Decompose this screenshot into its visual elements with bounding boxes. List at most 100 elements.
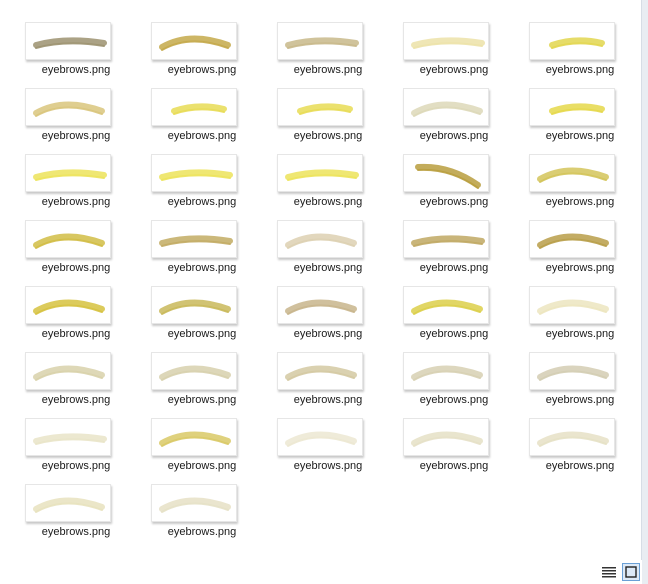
eyebrow-image xyxy=(33,37,107,49)
file-item[interactable]: eyebrows.png xyxy=(148,418,258,480)
file-item[interactable]: eyebrows.png xyxy=(526,220,636,282)
eyebrow-image xyxy=(537,233,609,249)
file-thumbnail xyxy=(403,352,489,390)
file-item[interactable]: eyebrows.png xyxy=(400,88,510,150)
file-item[interactable]: eyebrows.png xyxy=(526,418,636,480)
file-item[interactable]: eyebrows.png xyxy=(400,22,510,84)
file-item[interactable]: eyebrows.png xyxy=(148,154,258,216)
file-thumbnail xyxy=(529,22,615,60)
file-name: eyebrows.png xyxy=(545,262,615,274)
file-thumbnail xyxy=(25,352,111,390)
eyebrow-image xyxy=(285,169,359,181)
file-item[interactable]: eyebrows.png xyxy=(148,352,258,414)
file-thumbnail xyxy=(151,22,237,60)
file-item[interactable]: eyebrows.png xyxy=(400,220,510,282)
file-thumbnail xyxy=(403,88,489,126)
file-item[interactable]: eyebrows.png xyxy=(22,484,132,546)
file-thumbnail xyxy=(25,22,111,60)
file-thumbnail xyxy=(151,220,237,258)
file-name: eyebrows.png xyxy=(167,196,237,208)
file-item[interactable]: eyebrows.png xyxy=(22,220,132,282)
file-thumbnail xyxy=(151,418,237,456)
eyebrow-image xyxy=(285,233,357,249)
file-name: eyebrows.png xyxy=(167,130,237,142)
eyebrow-image xyxy=(159,235,233,247)
file-thumbnail xyxy=(529,220,615,258)
file-item[interactable]: eyebrows.png xyxy=(148,286,258,348)
file-thumbnail xyxy=(25,286,111,324)
file-name: eyebrows.png xyxy=(167,328,237,340)
file-item[interactable]: eyebrows.png xyxy=(274,154,384,216)
file-item[interactable]: eyebrows.png xyxy=(22,352,132,414)
eyebrow-image xyxy=(33,433,107,445)
file-name: eyebrows.png xyxy=(545,196,615,208)
file-item[interactable]: eyebrows.png xyxy=(274,22,384,84)
file-item[interactable]: eyebrows.png xyxy=(148,88,258,150)
details-view-icon xyxy=(602,567,616,578)
file-item[interactable]: eyebrows.png xyxy=(526,154,636,216)
file-name: eyebrows.png xyxy=(419,328,489,340)
file-item[interactable]: eyebrows.png xyxy=(400,352,510,414)
file-thumbnail xyxy=(151,286,237,324)
file-item[interactable]: eyebrows.png xyxy=(22,22,132,84)
file-name: eyebrows.png xyxy=(167,262,237,274)
file-thumbnail xyxy=(277,154,363,192)
file-name: eyebrows.png xyxy=(41,394,111,406)
large-icons-view-icon xyxy=(625,566,637,578)
file-item[interactable]: eyebrows.png xyxy=(526,22,636,84)
file-thumbnail xyxy=(25,418,111,456)
file-name: eyebrows.png xyxy=(419,460,489,472)
file-item[interactable]: eyebrows.png xyxy=(148,22,258,84)
file-item[interactable]: eyebrows.png xyxy=(400,154,510,216)
file-item[interactable]: eyebrows.png xyxy=(274,352,384,414)
eyebrow-image xyxy=(411,365,483,381)
file-name: eyebrows.png xyxy=(293,328,363,340)
file-item[interactable]: eyebrows.png xyxy=(400,418,510,480)
file-name: eyebrows.png xyxy=(419,262,489,274)
file-name: eyebrows.png xyxy=(41,526,111,538)
eyebrow-image xyxy=(159,365,231,381)
file-item[interactable]: eyebrows.png xyxy=(400,286,510,348)
eyebrow-image xyxy=(33,169,107,181)
file-item[interactable]: eyebrows.png xyxy=(22,88,132,150)
file-name: eyebrows.png xyxy=(41,64,111,76)
file-item[interactable]: eyebrows.png xyxy=(274,220,384,282)
file-item[interactable]: eyebrows.png xyxy=(22,154,132,216)
file-thumbnail xyxy=(403,220,489,258)
eyebrow-image xyxy=(159,169,233,181)
eyebrow-image xyxy=(549,103,605,115)
file-item[interactable]: eyebrows.png xyxy=(148,484,258,546)
file-name: eyebrows.png xyxy=(545,328,615,340)
eyebrow-image xyxy=(33,365,105,381)
file-thumbnail xyxy=(151,88,237,126)
status-bar xyxy=(0,560,642,584)
eyebrow-image xyxy=(537,167,609,183)
eyebrow-image xyxy=(285,365,357,381)
file-name: eyebrows.png xyxy=(419,64,489,76)
file-item[interactable]: eyebrows.png xyxy=(274,286,384,348)
file-item[interactable]: eyebrows.png xyxy=(526,286,636,348)
file-thumbnail xyxy=(403,22,489,60)
file-item[interactable]: eyebrows.png xyxy=(274,88,384,150)
file-name: eyebrows.png xyxy=(41,460,111,472)
eyebrow-image xyxy=(411,235,485,247)
eyebrow-image xyxy=(411,431,483,447)
file-item[interactable]: eyebrows.png xyxy=(274,418,384,480)
file-name: eyebrows.png xyxy=(419,196,489,208)
scrollbar-edge xyxy=(641,0,648,584)
file-item[interactable]: eyebrows.png xyxy=(22,286,132,348)
file-thumbnail xyxy=(277,22,363,60)
file-name: eyebrows.png xyxy=(167,64,237,76)
file-name: eyebrows.png xyxy=(545,460,615,472)
file-thumbnail xyxy=(25,220,111,258)
file-item[interactable]: eyebrows.png xyxy=(526,88,636,150)
file-thumbnail xyxy=(25,484,111,522)
file-item[interactable]: eyebrows.png xyxy=(22,418,132,480)
file-thumbnail xyxy=(277,88,363,126)
large-icons-view-button[interactable] xyxy=(622,563,640,581)
file-item[interactable]: eyebrows.png xyxy=(148,220,258,282)
file-item[interactable]: eyebrows.png xyxy=(526,352,636,414)
eyebrow-image xyxy=(411,101,483,117)
details-view-button[interactable] xyxy=(600,563,618,581)
eyebrow-image xyxy=(33,299,105,315)
